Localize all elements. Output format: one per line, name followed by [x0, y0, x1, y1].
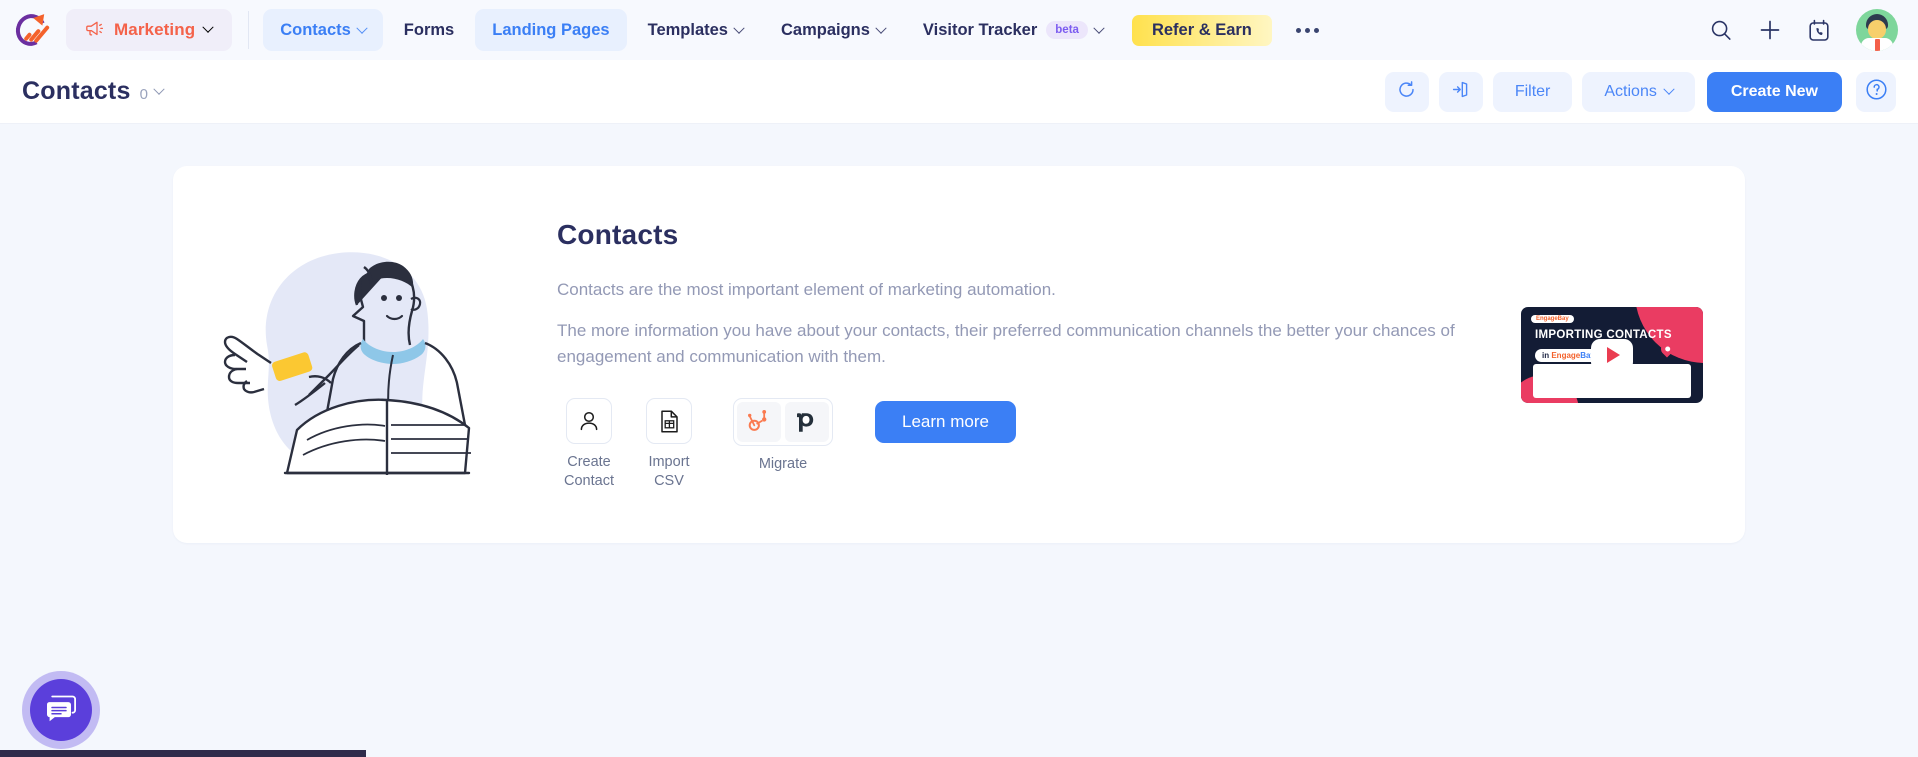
hubspot-logo-icon[interactable] — [737, 402, 781, 443]
avatar-tie — [1875, 39, 1880, 51]
actions-dropdown-button[interactable]: Actions — [1582, 71, 1695, 112]
chevron-down-icon — [877, 21, 885, 40]
bottom-status-bar — [0, 750, 366, 757]
create-contact-action[interactable]: Create Contact — [557, 398, 621, 489]
chat-bubble-icon — [45, 693, 77, 728]
avatar[interactable] — [1856, 9, 1898, 51]
nav-item-label: Contacts — [280, 20, 351, 39]
nav-item-label: Templates — [647, 20, 728, 39]
nav-item-landing-pages[interactable]: Landing Pages — [475, 9, 627, 51]
chevron-down-icon — [155, 83, 163, 101]
play-button-icon[interactable] — [1591, 338, 1633, 371]
card-body: Contacts Contacts are the most important… — [549, 219, 1521, 489]
filter-label: Filter — [1514, 82, 1551, 100]
contacts-empty-state-card: Contacts Contacts are the most important… — [173, 166, 1745, 543]
plus-icon[interactable] — [1758, 18, 1782, 42]
help-circle-icon — [1865, 78, 1888, 106]
primary-nav-items: Contacts Forms Landing Pages Templates C… — [263, 9, 1325, 51]
dot — [1304, 27, 1310, 33]
top-navigation-bar: Marketing Contacts Forms Landing Pages T… — [0, 0, 1918, 60]
create-new-button[interactable]: Create New — [1706, 71, 1842, 112]
megaphone-icon — [86, 20, 105, 40]
help-button[interactable] — [1856, 71, 1896, 112]
import-csv-label: Import CSV — [648, 454, 690, 489]
man-pointing-with-book-illustration — [209, 225, 549, 485]
workspace-label: Marketing — [114, 20, 196, 39]
learn-more-button[interactable]: Learn more — [875, 401, 1016, 444]
contacts-count: 0 — [139, 86, 148, 103]
pipedrive-logo-icon[interactable] — [785, 402, 829, 443]
main-content-area: Contacts Contacts are the most important… — [0, 124, 1918, 757]
card-paragraph-1: Contacts are the most important element … — [557, 280, 1056, 300]
migrate-label: Migrate — [758, 456, 808, 473]
importing-contacts-video-thumbnail[interactable]: EngageBay IMPORTING CONTACTS in EngageBa… — [1521, 306, 1703, 403]
nav-item-label: Landing Pages — [492, 20, 610, 39]
filter-button[interactable]: Filter — [1492, 71, 1573, 112]
search-icon[interactable] — [1710, 19, 1732, 41]
csv-file-icon — [646, 398, 692, 445]
chat-widget-inner — [30, 679, 92, 741]
create-new-label: Create New — [1730, 82, 1818, 100]
learn-more-label: Learn more — [902, 412, 989, 432]
nav-item-forms[interactable]: Forms — [387, 9, 471, 51]
chevron-down-icon — [1665, 83, 1673, 101]
dot — [1313, 27, 1319, 33]
refresh-icon — [1397, 80, 1416, 104]
create-contact-label: Create Contact — [564, 454, 614, 489]
toolbar-actions: Filter Actions Create New — [1384, 71, 1896, 112]
live-chat-widget-button[interactable] — [22, 671, 100, 749]
dot — [1295, 27, 1301, 33]
import-export-button[interactable] — [1438, 71, 1483, 112]
nav-divider — [248, 11, 250, 49]
nav-item-label: Visitor Tracker — [922, 20, 1038, 39]
page-title-dropdown[interactable]: Contacts 0 — [22, 77, 163, 106]
nav-item-contacts[interactable]: Contacts — [263, 9, 383, 51]
actions-label: Actions — [1604, 82, 1657, 100]
nav-right-actions — [1710, 9, 1898, 51]
card-actions-row: Create Contact Import CSV Migrate Learn … — [557, 398, 1503, 489]
page-toolbar: Contacts 0 Filter Actions Create New — [0, 60, 1918, 124]
engagebay-logo[interactable] — [11, 10, 52, 50]
migrate-action-group: Migrate — [733, 398, 833, 472]
refresh-button[interactable] — [1384, 71, 1429, 112]
chevron-down-icon — [204, 21, 212, 39]
workspace-switcher-marketing[interactable]: Marketing — [66, 9, 233, 51]
refer-and-earn-button[interactable]: Refer & Earn — [1131, 14, 1272, 46]
call-schedule-icon[interactable] — [1808, 19, 1830, 42]
card-title: Contacts — [557, 219, 679, 251]
chevron-down-icon — [358, 21, 366, 40]
avatar-face — [1868, 20, 1886, 39]
chevron-down-icon — [1095, 21, 1103, 40]
card-paragraph-2: The more information you have about your… — [557, 320, 1455, 367]
import-csv-action[interactable]: Import CSV — [637, 398, 701, 489]
page-title: Contacts — [22, 77, 131, 105]
nav-item-label: Campaigns — [780, 20, 870, 39]
migrate-sources — [733, 398, 833, 447]
refer-label: Refer & Earn — [1151, 20, 1252, 39]
nav-item-campaigns[interactable]: Campaigns — [764, 9, 902, 51]
nav-item-visitor-tracker[interactable]: Visitor Tracker beta — [906, 9, 1120, 51]
user-add-icon — [566, 398, 612, 445]
more-options-icon[interactable] — [1290, 18, 1325, 43]
import-export-icon — [1451, 80, 1470, 104]
video-corner-logo: EngageBay — [1531, 314, 1574, 323]
chevron-down-icon — [735, 21, 743, 40]
nav-item-label: Forms — [403, 20, 455, 39]
beta-badge: beta — [1046, 21, 1088, 39]
nav-item-templates[interactable]: Templates — [631, 9, 760, 51]
